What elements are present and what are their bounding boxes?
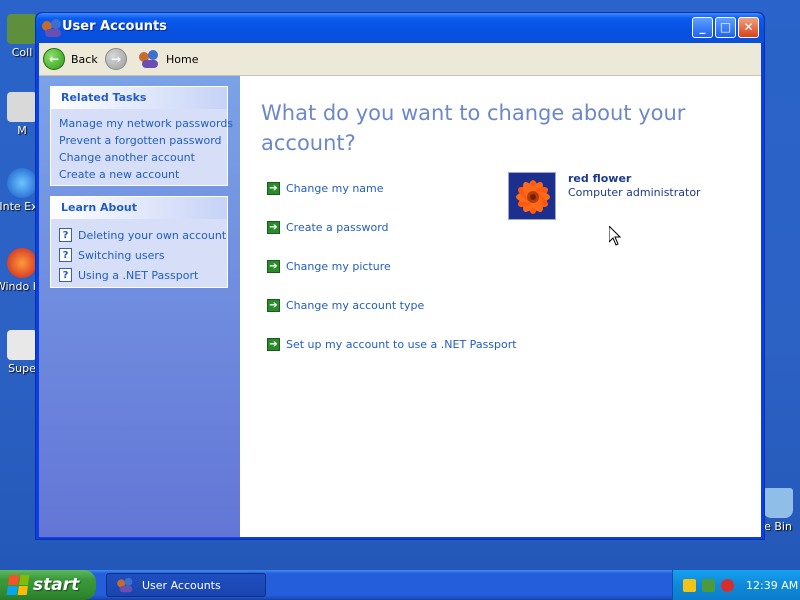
green-arrow-icon: ➔ — [267, 259, 280, 273]
learn-about-header: Learn About — [51, 197, 227, 219]
back-label: Back — [71, 52, 98, 66]
user-accounts-window: User Accounts _ □ ✕ ← Back → Home Relate… — [35, 12, 765, 540]
option-label: Change my name — [286, 181, 384, 195]
learn-net-passport[interactable]: ? Using a .NET Passport — [59, 265, 227, 285]
option-label: Change my account type — [286, 298, 425, 312]
system-tray: 12:39 AM — [672, 570, 800, 600]
option-change-name[interactable]: ➔ Change my name — [267, 179, 384, 197]
shortcut-icon — [7, 330, 37, 360]
help-icon: ? — [59, 228, 72, 242]
learn-switching-users[interactable]: ? Switching users — [59, 245, 227, 265]
taskbar: start User Accounts 12:39 AM — [0, 570, 800, 600]
user-accounts-icon — [42, 19, 64, 37]
maximize-button[interactable]: □ — [715, 17, 736, 38]
security-shield-icon[interactable] — [683, 578, 696, 592]
media-player-icon — [7, 248, 37, 278]
my-documents-icon — [7, 92, 37, 122]
option-change-account-type[interactable]: ➔ Change my account type — [267, 296, 424, 314]
forward-arrow-icon: → — [105, 48, 127, 70]
user-role: Computer administrator — [568, 186, 701, 199]
clock[interactable]: 12:39 AM — [746, 579, 798, 592]
task-change-another-account[interactable]: Change another account — [59, 149, 227, 166]
network-icon[interactable] — [702, 578, 715, 592]
option-label: Change my picture — [286, 259, 391, 273]
green-arrow-icon: ➔ — [267, 181, 280, 195]
user-accounts-icon — [117, 577, 135, 593]
home-label: Home — [166, 52, 199, 66]
page-title: What do you want to change about your ac… — [261, 101, 686, 155]
recycle-bin-icon — [763, 488, 793, 518]
user-name: red flower — [568, 172, 632, 185]
internet-explorer-icon — [7, 168, 37, 198]
option-change-picture[interactable]: ➔ Change my picture — [267, 257, 391, 275]
title-bar[interactable]: User Accounts _ □ ✕ — [36, 13, 764, 43]
security-alert-icon[interactable] — [721, 578, 734, 592]
option-label: Create a password — [286, 220, 389, 234]
content-area: Related Tasks Manage my network password… — [39, 76, 761, 537]
start-button[interactable]: start — [0, 570, 96, 600]
learn-item-label: Deleting your own account — [78, 228, 227, 242]
toolbar: ← Back → Home — [39, 43, 761, 76]
related-tasks-panel: Related Tasks Manage my network password… — [50, 86, 233, 186]
related-tasks-header: Related Tasks — [51, 87, 227, 109]
start-label: start — [33, 575, 80, 595]
flower-picture-icon — [509, 173, 555, 219]
back-button[interactable]: ← Back — [43, 47, 98, 71]
learn-item-label: Switching users — [78, 248, 165, 262]
avatar — [508, 172, 556, 220]
help-icon: ? — [59, 268, 72, 282]
task-prevent-forgotten-password[interactable]: Prevent a forgotten password — [59, 132, 227, 149]
learn-item-label: Using a .NET Passport — [78, 268, 199, 282]
back-arrow-icon: ← — [43, 48, 65, 70]
windows-logo-icon — [6, 575, 30, 595]
option-label: Set up my account to use a .NET Passport — [286, 337, 517, 351]
main-pane: What do you want to change about your ac… — [240, 76, 761, 537]
learn-about-panel: Learn About ? Deleting your own account … — [50, 196, 228, 288]
taskbar-task-label: User Accounts — [142, 578, 221, 592]
taskbar-user-accounts-button[interactable]: User Accounts — [106, 573, 266, 597]
home-button[interactable]: Home — [139, 47, 198, 71]
collection-icon — [7, 14, 37, 44]
window-title: User Accounts — [62, 19, 167, 34]
green-arrow-icon: ➔ — [267, 298, 280, 312]
forward-button[interactable]: → — [105, 47, 133, 71]
task-create-new-account[interactable]: Create a new account — [59, 166, 227, 183]
task-pane: Related Tasks Manage my network password… — [39, 76, 240, 537]
mouse-cursor-icon — [609, 226, 621, 246]
option-create-password[interactable]: ➔ Create a password — [267, 218, 389, 236]
learn-deleting-account[interactable]: ? Deleting your own account — [59, 225, 227, 245]
help-icon: ? — [59, 248, 72, 262]
minimize-button[interactable]: _ — [692, 17, 713, 38]
green-arrow-icon: ➔ — [267, 220, 280, 234]
close-button[interactable]: ✕ — [738, 17, 759, 38]
green-arrow-icon: ➔ — [267, 337, 280, 351]
home-users-icon — [139, 50, 161, 68]
task-manage-network-passwords[interactable]: Manage my network passwords — [59, 115, 233, 132]
option-net-passport[interactable]: ➔ Set up my account to use a .NET Passpo… — [267, 335, 517, 353]
